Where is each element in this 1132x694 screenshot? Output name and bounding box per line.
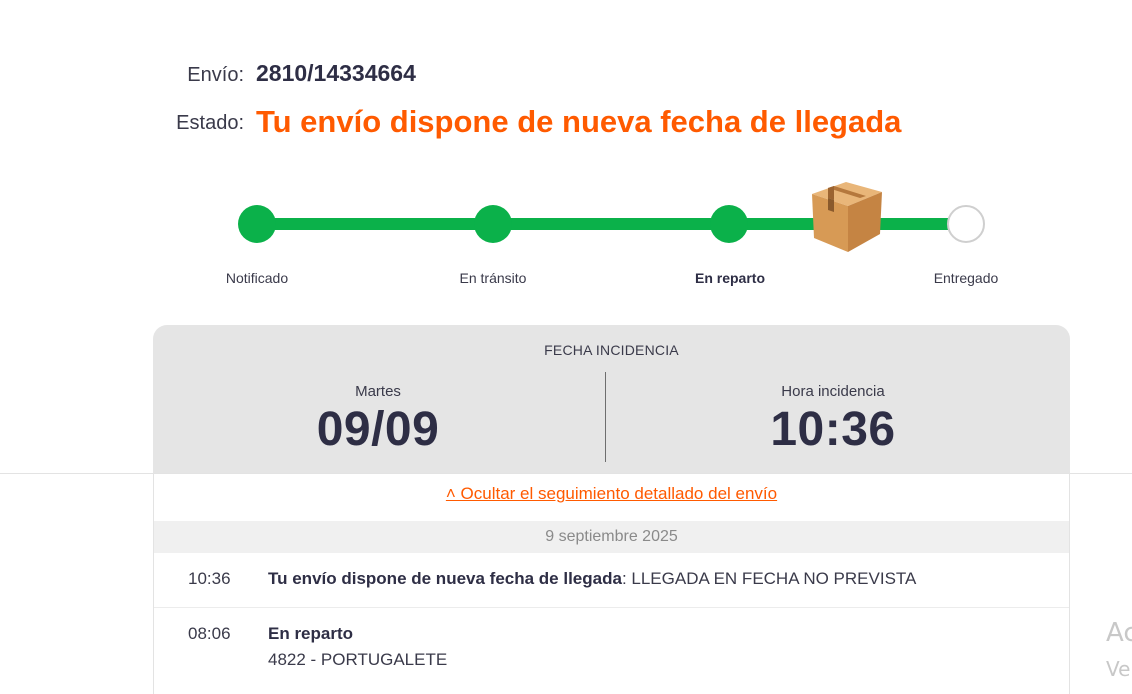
incidence-time-block: Hora incidencia 10:36 xyxy=(608,383,1058,457)
shipment-number: 2810/14334664 xyxy=(256,60,416,86)
step-dot-en-transito xyxy=(474,205,512,243)
event-location: 4822 - PORTUGALETE xyxy=(268,650,448,669)
package-box-icon xyxy=(812,182,882,252)
incidence-panel: FECHA INCIDENCIA Martes 09/09 Hora incid… xyxy=(153,325,1070,473)
incidence-title: FECHA INCIDENCIA xyxy=(544,342,679,358)
incidence-date: 09/09 xyxy=(316,403,440,456)
step-label-en-transito: En tránsito xyxy=(459,270,527,286)
incidence-date-block: Martes 09/09 xyxy=(153,383,603,457)
step-dot-entregado xyxy=(947,205,985,243)
status-value: Tu envío dispone de nueva fecha de llega… xyxy=(256,104,902,139)
progress-track-2 xyxy=(508,218,713,230)
tracking-details: ˄ Ocultar el seguimiento detallado del e… xyxy=(153,474,1070,694)
event-description: Tu envío dispone de nueva fecha de llega… xyxy=(268,569,916,589)
step-label-en-reparto: En reparto xyxy=(694,270,765,286)
event-separator xyxy=(154,607,1069,608)
watermark-line-2: Ve xyxy=(1106,657,1131,681)
event-time: 10:36 xyxy=(188,569,231,588)
progress-track-1 xyxy=(272,218,477,230)
watermark-line-1: Ac xyxy=(1106,618,1132,648)
event-title: En reparto xyxy=(268,624,354,643)
step-label-notificado: Notificado xyxy=(225,270,289,286)
step-dot-en-reparto xyxy=(710,205,748,243)
incidence-time: 10:36 xyxy=(770,403,896,456)
incidence-day: Martes xyxy=(355,383,401,400)
event-time: 08:06 xyxy=(188,624,231,643)
estado-label: Estado: xyxy=(176,112,244,134)
incidence-divider xyxy=(605,372,606,462)
incidence-time-label: Hora incidencia xyxy=(781,383,885,400)
envio-label: Envío: xyxy=(187,64,244,86)
progress-tracker: Notificado En tránsito En reparto Entreg… xyxy=(0,170,1132,300)
event-title: Tu envío dispone de nueva fecha de llega… xyxy=(268,569,622,588)
event-detail: : LLEGADA EN FECHA NO PREVISTA xyxy=(621,569,917,588)
step-label-entregado: Entregado xyxy=(933,270,999,286)
hide-tracking-link[interactable]: ˄ Ocultar el seguimiento detallado del e… xyxy=(154,484,1069,504)
step-dot-notificado xyxy=(238,205,276,243)
tracking-date-header: 9 septiembre 2025 xyxy=(154,521,1069,553)
